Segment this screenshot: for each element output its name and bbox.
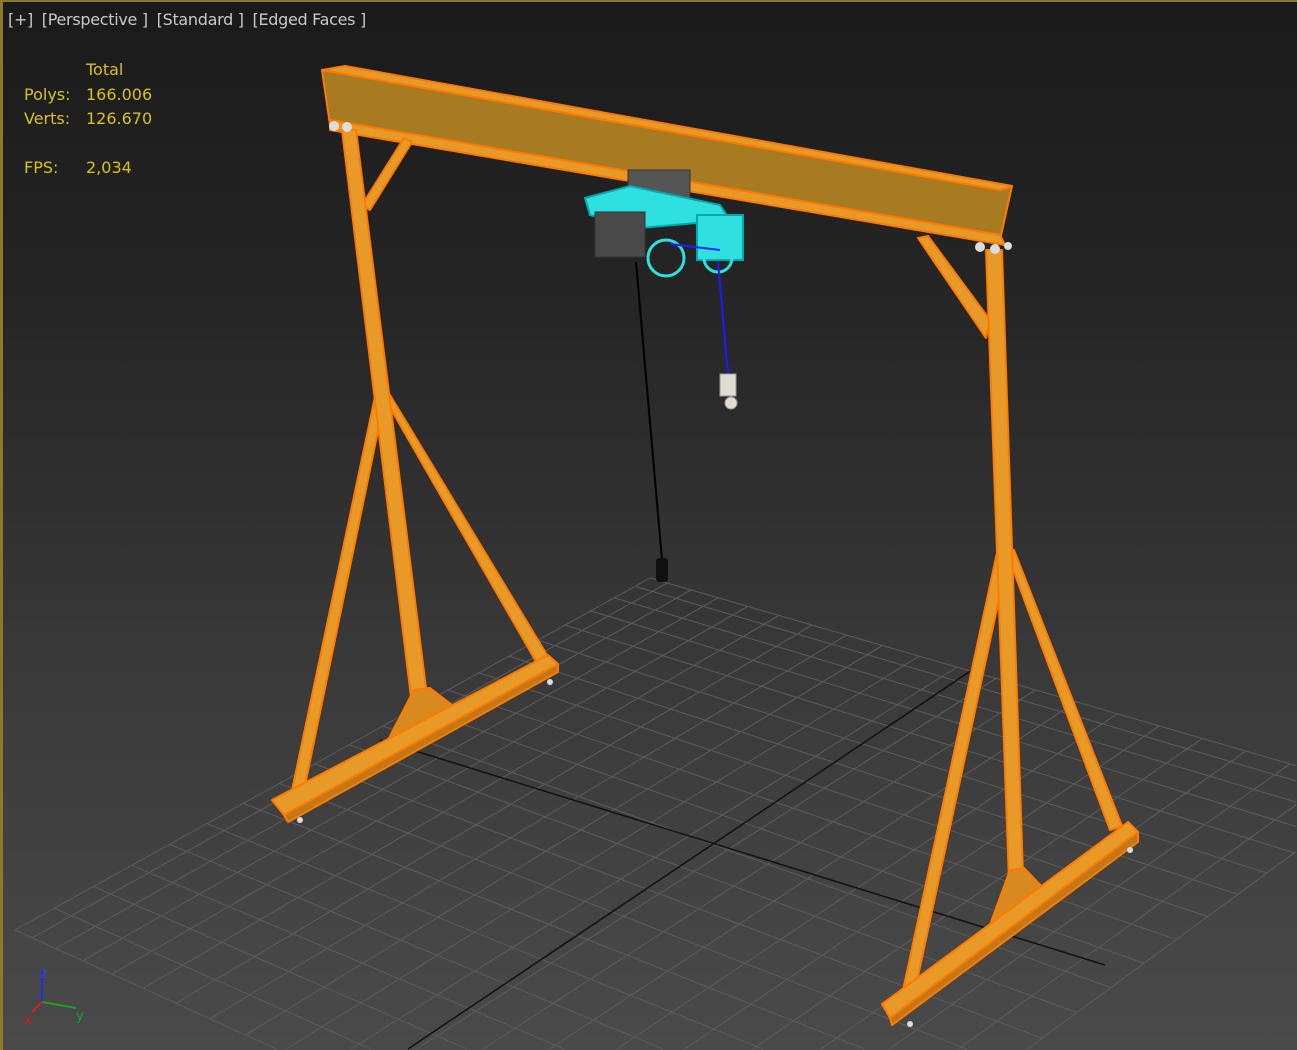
verts-label: Verts:: [24, 109, 71, 128]
fps-value: 2,034: [86, 157, 132, 177]
viewport-display-menu[interactable]: [Edged Faces ]: [253, 10, 367, 29]
right-strut-b[interactable]: [1004, 547, 1123, 831]
viewport-label-menu: [+] [Perspective ] [Standard ] [Edged Fa…: [8, 10, 370, 29]
grid-axis-y: [407, 667, 976, 1050]
chain-weight[interactable]: [656, 558, 668, 582]
axis-z-label: z: [40, 967, 47, 982]
polys-value: 166.006: [86, 84, 153, 104]
hook[interactable]: [724, 396, 738, 410]
grid-line: [616, 713, 1118, 1050]
grid-line: [82, 597, 719, 962]
fps-label: FPS:: [24, 157, 59, 177]
grid-line: [279, 782, 968, 1050]
grid-line: [482, 689, 1036, 1050]
knee-brace-left[interactable]: [361, 137, 413, 211]
axis-y-label: y: [76, 1009, 84, 1024]
stats-header: Total: [86, 60, 124, 79]
viewport-general-menu[interactable]: [+]: [8, 10, 33, 29]
left-strut-a[interactable]: [289, 391, 387, 801]
grid-line: [752, 737, 1203, 1050]
grid-line: [537, 639, 1268, 874]
grid-line: [549, 701, 1077, 1050]
perspective-viewport[interactable]: [+] [Perspective ] [Standard ] [Edged Fa…: [0, 0, 1297, 1050]
grid-line: [286, 655, 920, 1050]
left-leg[interactable]: [341, 129, 431, 723]
axis-tripod-icon: z y x: [24, 967, 84, 1028]
scene-canvas[interactable]: [0, 0, 1297, 1050]
hook-block[interactable]: [719, 373, 737, 397]
viewport-point-of-view-menu[interactable]: [Perspective ]: [42, 10, 148, 29]
grid-line: [54, 907, 372, 1050]
grid-line: [93, 886, 468, 1050]
viewport-shading-menu[interactable]: [Standard ]: [157, 10, 244, 29]
grid-line: [415, 707, 1145, 964]
grid-line: [169, 843, 664, 1050]
grid-line: [382, 725, 1112, 989]
hoist-rope[interactable]: [717, 261, 729, 376]
axis-x-label: x: [24, 1013, 32, 1028]
polys-label: Polys:: [24, 84, 71, 104]
grid-line: [349, 744, 1078, 1014]
grid-line: [245, 645, 883, 1036]
statistics-overlay: Total Polys: 166.006 Verts: 126.670 FPS: 2,…: [24, 58, 152, 180]
grid-line: [243, 802, 865, 1050]
chain[interactable]: [635, 261, 663, 561]
verts-value: 126.670: [86, 109, 153, 128]
grid-line: [209, 634, 847, 1020]
